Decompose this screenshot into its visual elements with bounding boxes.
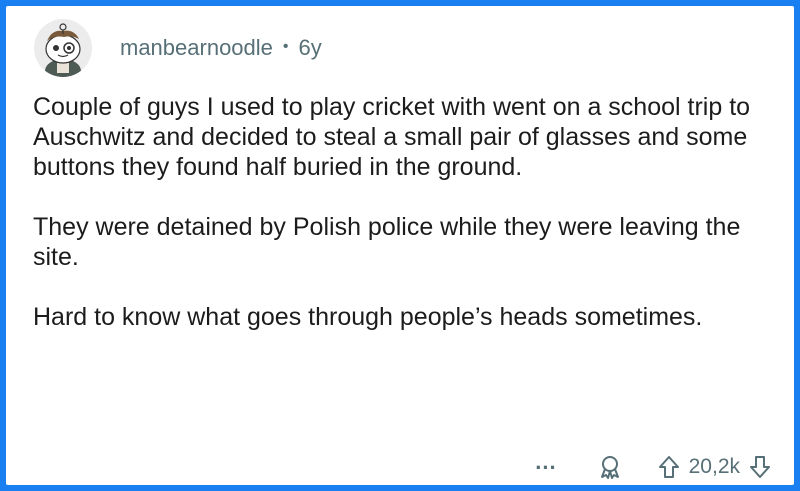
comment-paragraph: Couple of guys I used to play cricket wi…: [33, 93, 751, 181]
comment-header: manbearnoodle • 6y: [34, 18, 322, 78]
comment-card: manbearnoodle • 6y Couple of guys I used…: [6, 6, 794, 485]
comment-actions: ... 20,2k: [535, 449, 772, 482]
upvote-arrow-icon: [658, 456, 679, 478]
meta-separator: •: [282, 38, 289, 55]
comment-paragraph: Hard to know what goes through people’s …: [33, 303, 703, 331]
more-options-button[interactable]: ...: [535, 449, 556, 475]
comment-body: Couple of guys I used to play cricket wi…: [33, 92, 778, 362]
author-username[interactable]: manbearnoodle: [120, 35, 273, 61]
award-icon: [600, 456, 619, 479]
downvote-button[interactable]: [748, 454, 772, 480]
comment-meta: manbearnoodle • 6y: [120, 35, 322, 61]
award-button[interactable]: [597, 454, 623, 480]
vote-score: 20,2k: [688, 455, 740, 478]
comment-paragraph: They were detained by Polish police whil…: [33, 213, 741, 271]
upvote-button[interactable]: [657, 454, 681, 480]
comment-age: 6y: [298, 35, 322, 60]
user-avatar[interactable]: [34, 19, 92, 77]
downvote-arrow-icon: [750, 456, 770, 478]
snoo-avatar-icon: [45, 23, 81, 77]
